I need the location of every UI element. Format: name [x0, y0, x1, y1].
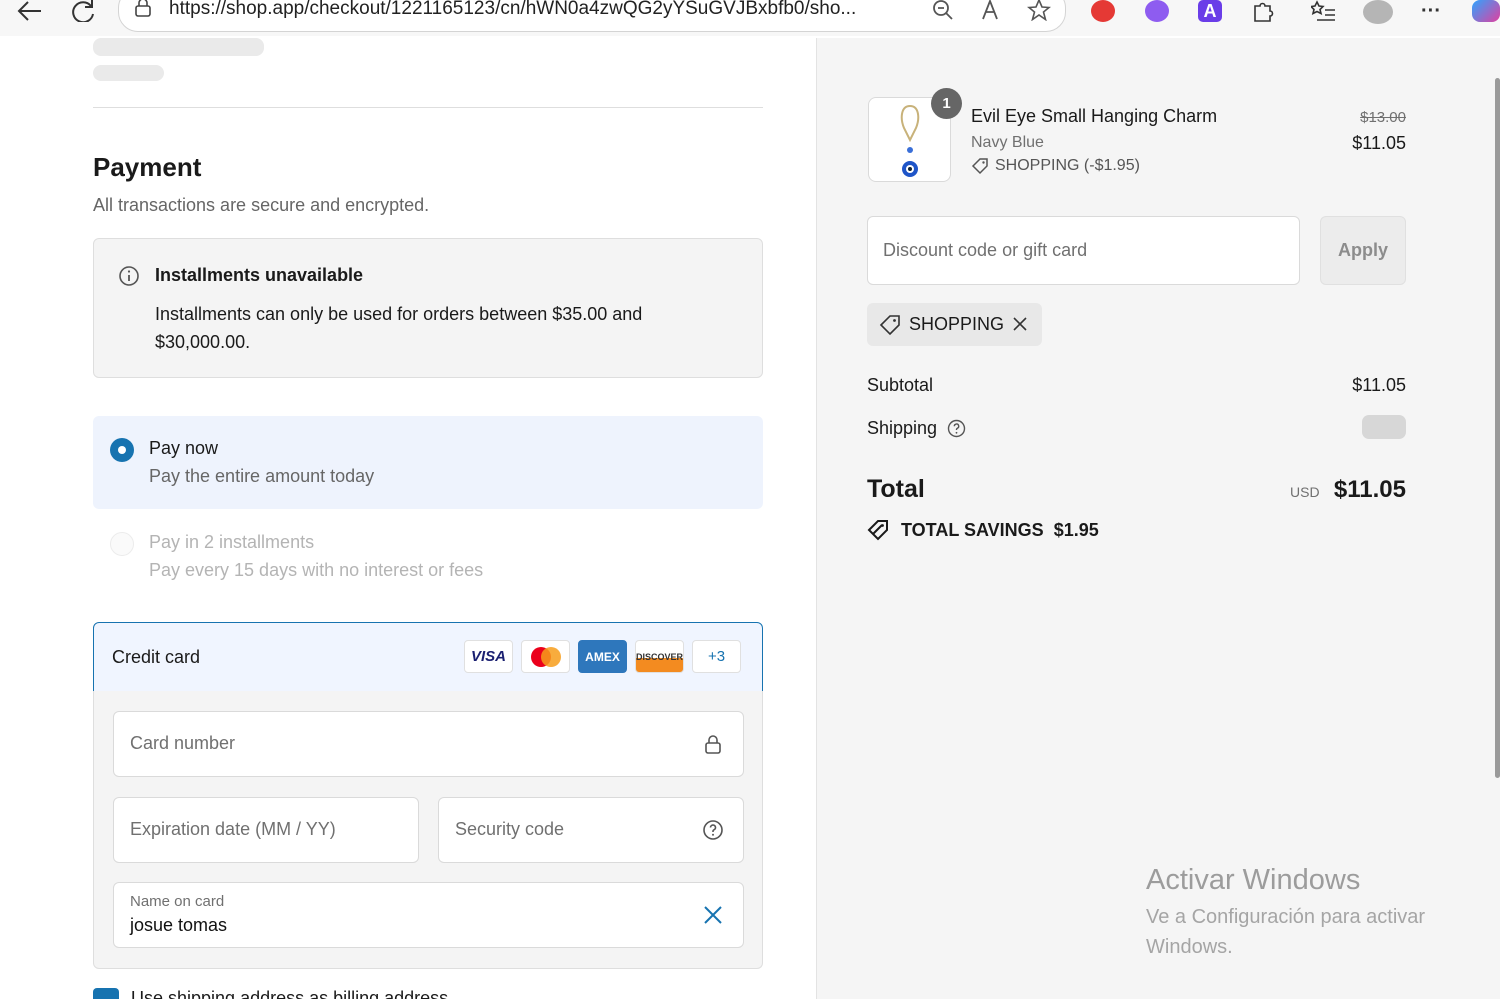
apply-button[interactable]: Apply [1320, 216, 1406, 285]
extensions-puzzle-icon[interactable] [1250, 0, 1276, 22]
more-cards-badge: +3 [692, 640, 741, 673]
subtotal-label: Subtotal [867, 375, 934, 395]
discover-logo: DISCOVER [635, 640, 684, 673]
expiration-date-field[interactable]: Expiration date (MM / YY) [113, 797, 419, 863]
credit-card-option[interactable]: Credit card VISA AMEX DISCOVER +3 [93, 622, 763, 692]
security-code-placeholder: Security code [455, 819, 565, 839]
back-icon[interactable] [16, 0, 44, 22]
help-icon[interactable] [702, 819, 724, 841]
remove-discount-icon[interactable] [1012, 316, 1028, 332]
shipping-label: Shipping [867, 418, 938, 438]
notice-body: Installments can only be used for orders… [155, 304, 643, 352]
pay-installments-radio[interactable] [110, 532, 134, 556]
total-value: $11.05 [1333, 476, 1406, 503]
quantity-badge: 1 [931, 88, 962, 119]
pay-now-option[interactable]: Pay now Pay the entire amount today [93, 416, 763, 509]
extension-shield-icon[interactable] [1091, 0, 1115, 22]
applied-discount-chip: SHOPPING [867, 303, 1042, 346]
name-on-card-value[interactable]: josue tomas [130, 915, 227, 936]
favorites-list-icon[interactable] [1310, 0, 1338, 22]
extension-purple-icon[interactable] [1145, 0, 1169, 22]
tag-icon [879, 315, 900, 336]
zoom-icon[interactable] [932, 0, 954, 27]
product-discount-text: SHOPPING (-$1.95) [995, 157, 1140, 174]
billing-address-checkbox[interactable] [93, 988, 119, 999]
savings-tag-icon [867, 520, 888, 541]
pay-installments-description: Pay every 15 days with no interest or fe… [149, 560, 484, 580]
credit-card-form: Card number Expiration date (MM / YY) Se… [93, 691, 763, 969]
windows-activation-title: Activar Windows [1146, 864, 1361, 896]
card-number-placeholder: Card number [130, 733, 236, 753]
subtotal-value: $11.05 [1352, 375, 1406, 395]
address-bar[interactable]: https://shop.app/checkout/1221165123/cn/… [118, 0, 1066, 32]
discount-code-input[interactable]: Discount code or gift card [867, 216, 1300, 285]
refresh-icon[interactable] [70, 0, 98, 22]
payment-title: Payment [93, 152, 202, 182]
browser-toolbar: https://shop.app/checkout/1221165123/cn/… [0, 0, 1500, 36]
favorite-star-icon[interactable] [1026, 0, 1052, 27]
extension-a-icon[interactable]: A [1198, 0, 1222, 22]
visa-logo: VISA [464, 640, 513, 673]
clear-icon[interactable] [702, 904, 724, 926]
savings-label: TOTAL SAVINGS [901, 519, 1044, 540]
tag-icon [971, 158, 988, 175]
expiration-placeholder: Expiration date (MM / YY) [130, 819, 336, 839]
read-aloud-icon[interactable] [981, 0, 1005, 27]
pay-installments-title: Pay in 2 installments [149, 532, 315, 552]
profile-avatar[interactable] [1363, 0, 1393, 24]
notice-title: Installments unavailable [155, 265, 364, 285]
discount-placeholder: Discount code or gift card [883, 240, 1088, 260]
lock-icon [705, 735, 721, 754]
installments-notice: Installments unavailable Installments ca… [93, 238, 763, 378]
info-icon [119, 266, 139, 286]
total-savings: TOTAL SAVINGS $1.95 [867, 519, 1099, 541]
loading-placeholder [93, 65, 164, 81]
original-price: $13.00 [1360, 109, 1406, 126]
applied-discount-code: SHOPPING [909, 314, 1005, 334]
url-text[interactable]: https://shop.app/checkout/1221165123/cn/… [169, 0, 919, 20]
shipping-loading-placeholder [1362, 415, 1406, 439]
copilot-icon[interactable] [1472, 0, 1500, 22]
savings-value: $1.95 [1053, 519, 1099, 540]
scrollbar[interactable] [1495, 78, 1500, 778]
billing-address-label: Use shipping address as billing address [131, 988, 449, 999]
total-currency: USD [1290, 484, 1320, 500]
pay-installments-option[interactable]: Pay in 2 installments Pay every 15 days … [93, 512, 763, 598]
mastercard-logo [521, 640, 570, 673]
name-on-card-field[interactable]: Name on card josue tomas [113, 882, 744, 948]
security-code-field[interactable]: Security code [438, 797, 744, 863]
loading-placeholder [93, 38, 264, 56]
section-divider [93, 107, 763, 108]
total-label: Total [867, 475, 925, 503]
amex-logo: AMEX [578, 640, 627, 673]
product-name: Evil Eye Small Hanging Charm [971, 106, 1218, 126]
more-options-icon[interactable]: ··· [1418, 0, 1444, 22]
windows-activation-text: Ve a Configuración para activar Windows. [1146, 906, 1426, 958]
card-number-field[interactable]: Card number [113, 711, 744, 777]
product-variant: Navy Blue [971, 134, 1044, 151]
name-on-card-label: Name on card [130, 893, 225, 910]
lock-icon [135, 0, 151, 17]
pay-now-radio[interactable] [110, 438, 134, 462]
payment-subtitle: All transactions are secure and encrypte… [93, 195, 430, 215]
credit-card-label: Credit card [112, 647, 201, 667]
pay-now-description: Pay the entire amount today [149, 466, 375, 486]
product-discount: SHOPPING (-$1.95) [971, 157, 1140, 175]
shipping-help-icon[interactable] [947, 419, 966, 438]
product-price: $11.05 [1352, 133, 1406, 153]
pay-now-title: Pay now [149, 438, 219, 458]
